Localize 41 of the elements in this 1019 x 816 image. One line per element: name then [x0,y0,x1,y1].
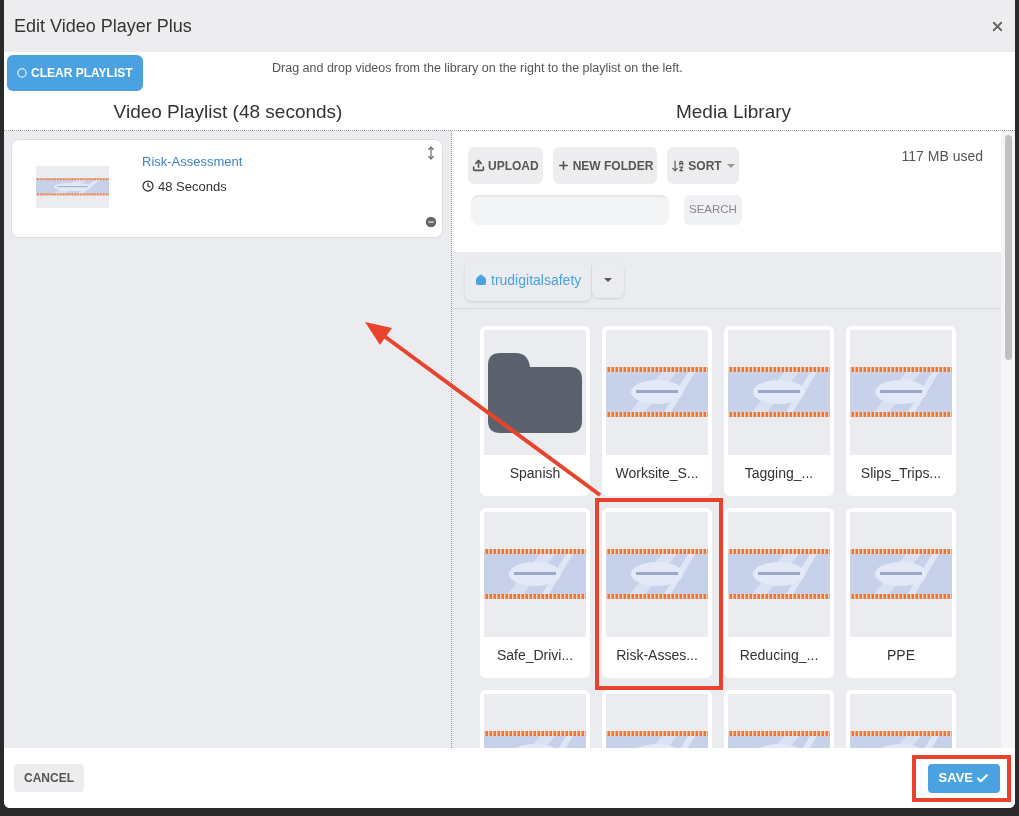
storage-usage: 117 MB used [901,147,983,166]
media-name: Safe_Drivi... [496,646,574,665]
media-tile[interactable]: Spanish [480,326,590,496]
media-name: PPE [887,646,915,665]
dialog-title: Edit Video Player Plus [14,14,192,38]
media-name: Slips_Trips... [860,464,942,483]
plus-icon [556,159,570,172]
playlist-heading: Video Playlist (48 seconds) [113,100,343,125]
media-tile[interactable]: Tagging_... [724,326,834,496]
upload-icon [472,159,485,172]
search-field[interactable] [471,195,669,225]
scrollbar[interactable] [1004,135,1012,360]
media-tile[interactable]: Slips_Trips... [846,326,956,496]
library-heading: Media Library [675,100,792,125]
media-name: Spanish [509,464,561,483]
sort-icon [671,158,686,173]
media-name: Worksite_S... [615,464,699,483]
remove-icon[interactable] [424,215,438,229]
media-name: Reducing_... [739,646,819,665]
media-tile[interactable]: Reducing_... [724,508,834,678]
toolbar-button[interactable]: SORT [667,147,739,184]
toolbar-button[interactable]: NEW FOLDER [552,147,658,184]
instructions: Drag and drop videos from the library on the right to the playlist on the left. [272,60,683,77]
media-name: Tagging_... [744,464,814,483]
clock-icon [142,180,154,193]
cancel-button[interactable]: CANCEL [14,764,84,792]
toolbar-button[interactable]: UPLOAD [468,147,543,184]
media-tile[interactable]: Worksite_S... [602,326,712,496]
media-tile[interactable]: Safe_Drivi... [480,508,590,678]
video-duration: 48 Seconds [158,177,227,196]
circle-icon [17,68,27,78]
media-tile[interactable]: Risk-Asses... [602,508,712,678]
caret-icon [604,278,613,282]
playlist-card[interactable]: Risk-Assessment 48 Seconds [11,139,443,238]
check-icon [976,771,989,785]
video-title[interactable]: Risk-Assessment [142,152,243,172]
media-tile[interactable]: PPE [846,508,956,678]
caret-icon [726,163,735,168]
media-name: Risk-Asses... [616,646,698,665]
folder-icon [488,352,582,433]
home-icon [475,274,487,286]
